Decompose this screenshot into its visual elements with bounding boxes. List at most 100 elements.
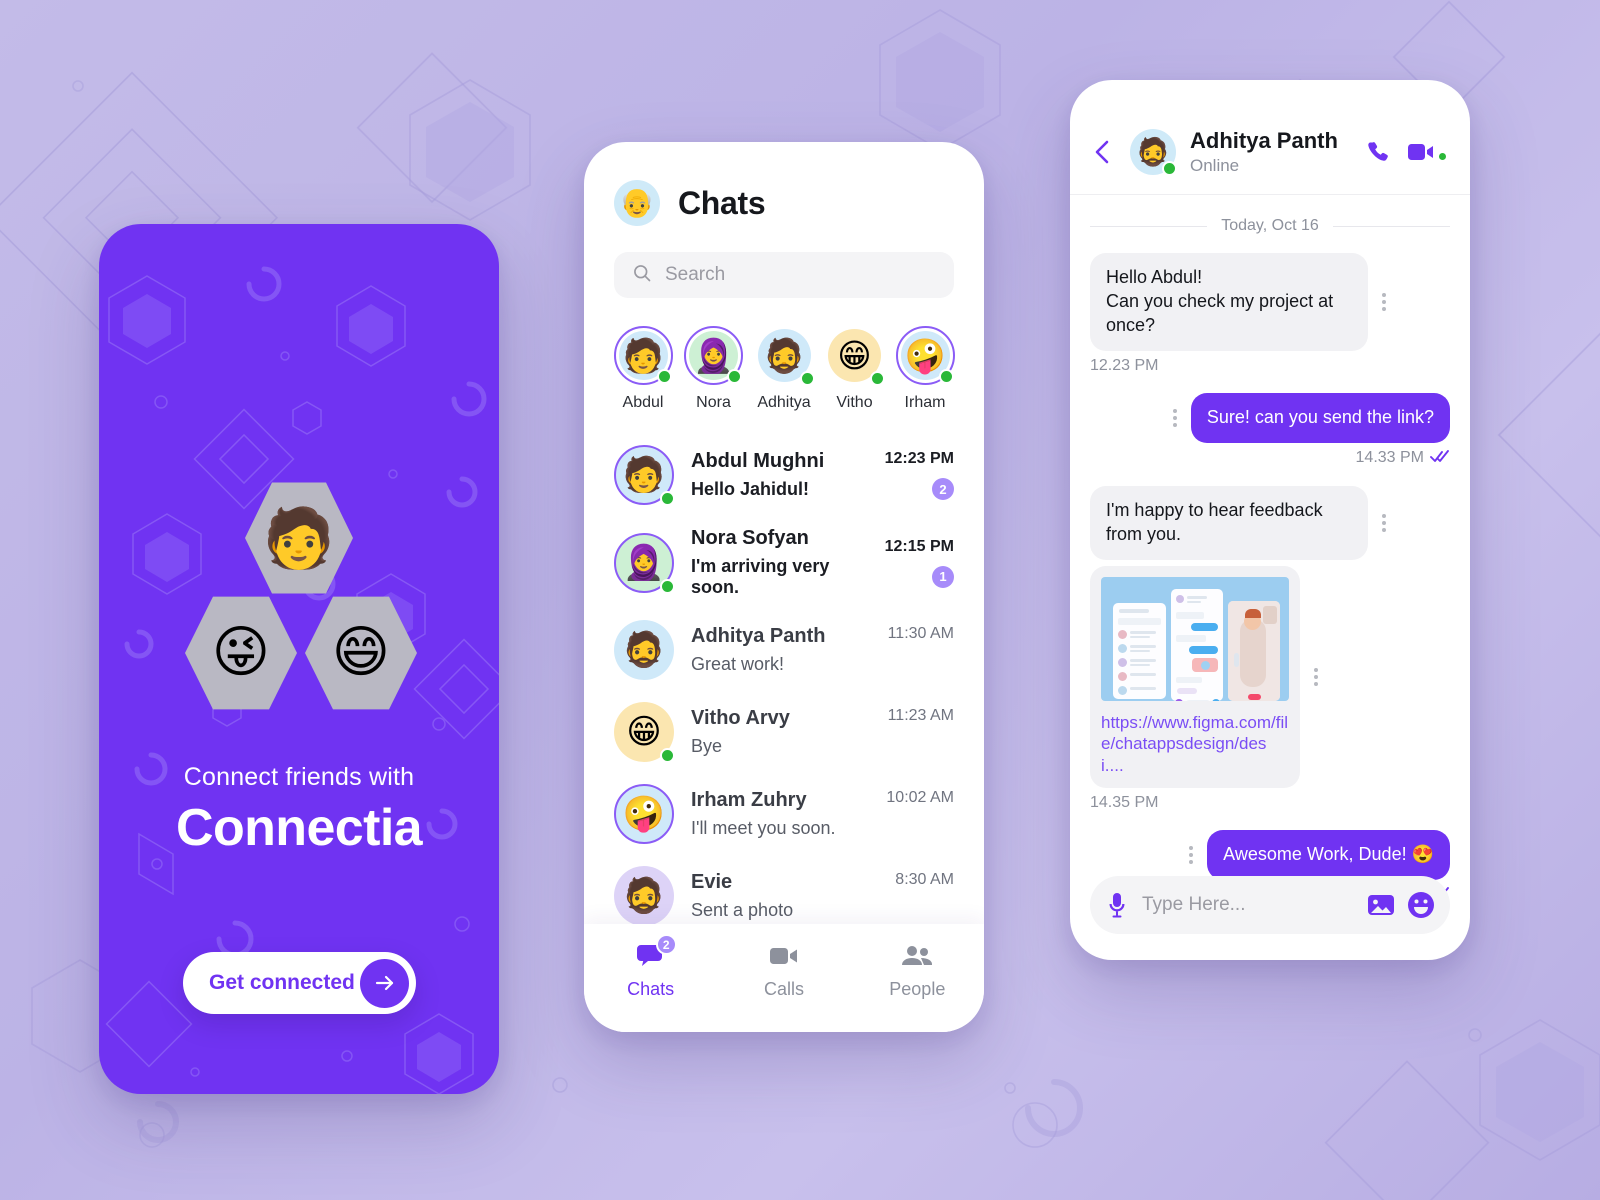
timestamp: 12:15 PM (884, 537, 954, 555)
memoji-glasses-glyph: 🧑 (262, 504, 336, 572)
table-row[interactable]: 😁 Vitho Arvy Bye 11:23 AM (584, 691, 984, 773)
message-bubble[interactable]: I'm happy to hear feedback from you. (1090, 485, 1368, 560)
message-row: Sure! can you send the link? (1090, 392, 1450, 443)
message-options-icon[interactable] (1169, 405, 1181, 431)
header-actions (1366, 140, 1446, 164)
story-ring: 🧑 (613, 326, 673, 385)
message-bubble[interactable]: Awesome Work, Dude! 😍 (1207, 829, 1450, 880)
timestamp: 11:23 AM (887, 707, 954, 724)
online-dot (1162, 161, 1177, 176)
message-row: Hello Abdul! Can you check my project at… (1090, 253, 1450, 351)
get-connected-label: Get connected (209, 971, 355, 994)
video-camera-icon (769, 942, 798, 970)
search-placeholder: Search (665, 264, 726, 285)
message-preview: Sent a photo (691, 900, 794, 920)
online-dot (660, 748, 675, 763)
tab-people[interactable]: People (851, 942, 984, 1000)
table-row[interactable]: 🧔 Adhitya Panth Great work! 11:30 AM (584, 609, 984, 691)
story-item-abdul[interactable]: 🧑 Abdul (612, 326, 674, 412)
story-label: Adhitya (757, 394, 811, 411)
online-dot (799, 371, 815, 386)
get-connected-button[interactable]: Get connected (183, 952, 416, 1014)
story-label: Nora (696, 394, 731, 411)
online-dot (660, 578, 675, 594)
day-divider-label: Today, Oct 16 (1221, 217, 1319, 234)
arrow-right-icon (360, 958, 409, 1008)
avatar: 🧔 (614, 620, 674, 680)
mockup-phone-3 (1228, 600, 1280, 701)
timestamp: 8:30 AM (895, 871, 954, 888)
story-ring: 🧕 (684, 326, 743, 385)
tab-calls[interactable]: Calls (717, 942, 850, 1000)
phone-icon[interactable] (1366, 140, 1390, 164)
read-receipt-icon (1430, 449, 1450, 468)
page-title: Chats (678, 184, 766, 221)
memoji-beanie-glyph: 😜 (211, 620, 271, 685)
divider-line (1332, 225, 1450, 227)
search-icon (632, 263, 652, 288)
message-composer: Type Here... (1090, 876, 1450, 934)
message-preview: Great work! (691, 654, 785, 674)
contact-name: Abdul Mughni (691, 450, 825, 472)
table-row[interactable]: 🧑 Abdul Mughni Hello Jahidul! 12:23 PM 2 (584, 434, 984, 516)
chats-header: 👴 Chats (584, 142, 984, 226)
message-preview: I'm arriving very soon. (691, 556, 830, 597)
story-item-irham[interactable]: 🤪 Irham (894, 326, 956, 412)
online-dot (656, 369, 672, 384)
memoji-peace-glyph: 😄 (331, 620, 391, 685)
message-options-icon[interactable] (1185, 842, 1197, 868)
conversation-phone: 🧔 Adhitya Panth Online Today, Oct 16 Hel… (1070, 80, 1470, 960)
memoji-peace-icon: 😄 (305, 596, 417, 710)
avatar: 🧔 (1130, 129, 1177, 176)
story-item-adhitya[interactable]: 🧔 Adhitya (753, 326, 815, 412)
story-label: Abdul (622, 394, 664, 411)
people-icon (902, 942, 933, 970)
story-label: Vitho (836, 394, 873, 411)
profile-avatar-glyph: 👴 (619, 186, 655, 219)
stories-row: 🧑 Abdul 🧕 Nora 🧔 Adhitya 😁 Vitho 🤪 Irham (584, 298, 984, 412)
image-icon[interactable] (1368, 893, 1394, 917)
table-row[interactable]: 🧕 Nora Sofyan I'm arriving very soon. 12… (584, 516, 984, 609)
online-dot (660, 491, 675, 506)
message-options-icon[interactable] (1378, 289, 1390, 315)
chevron-left-icon[interactable] (1090, 139, 1116, 165)
message-bubble[interactable]: Hello Abdul! Can you check my project at… (1090, 253, 1368, 351)
unread-badge: 1 (932, 565, 954, 588)
tab-label: Chats (627, 979, 675, 999)
onboarding-hero: 🧑 😜 😄 Connect friends with Connectia (99, 479, 499, 858)
message-options-icon[interactable] (1378, 510, 1390, 536)
video-camera-icon[interactable] (1408, 142, 1446, 162)
search-input[interactable]: Search (614, 252, 954, 298)
tab-chats[interactable]: 2 Chats (584, 934, 717, 1000)
memoji-cluster: 🧑 😜 😄 (169, 479, 429, 719)
onboarding-subtitle: Connect friends with (183, 763, 415, 791)
message-timestamp: 12.23 PM (1090, 357, 1450, 375)
emoji-icon[interactable] (1408, 892, 1434, 918)
profile-avatar[interactable]: 👴 (614, 180, 660, 226)
avatar: 🧔 (614, 866, 674, 926)
message-preview: I'll meet you soon. (691, 818, 836, 838)
message-row: Awesome Work, Dude! 😍 (1090, 829, 1450, 880)
conversation-list: 🧑 Abdul Mughni Hello Jahidul! 12:23 PM 2… (584, 434, 984, 937)
divider-line (1090, 225, 1208, 227)
message-input[interactable]: Type Here... (1142, 894, 1354, 916)
avatar: 🧑 (614, 445, 675, 506)
contact-name: Nora Sofyan (691, 527, 809, 549)
mockup-phone-1 (1113, 602, 1166, 699)
microphone-icon[interactable] (1106, 892, 1128, 918)
timestamp: 10:02 AM (886, 789, 954, 806)
message-bubble[interactable]: Sure! can you send the link? (1190, 392, 1450, 443)
contact-name: Irham Zuhry (691, 789, 807, 811)
story-item-nora[interactable]: 🧕 Nora (683, 326, 745, 412)
message-timestamp: 14.35 PM (1090, 794, 1450, 812)
timestamp-label: 12.23 PM (1090, 356, 1159, 374)
message-options-icon[interactable] (1310, 664, 1322, 690)
online-dot (938, 369, 954, 384)
online-dot (1439, 153, 1446, 160)
story-item-vitho[interactable]: 😁 Vitho (824, 326, 886, 412)
link-preview-card[interactable]: https://www.figma.com/file/chatappsdesig… (1090, 565, 1300, 788)
table-row[interactable]: 🤪 Irham Zuhry I'll meet you soon. 10:02 … (584, 773, 984, 855)
story-label: Irham (904, 394, 946, 411)
day-divider: Today, Oct 16 (1090, 217, 1450, 235)
link-url[interactable]: https://www.figma.com/file/chatappsdesig… (1101, 712, 1289, 777)
